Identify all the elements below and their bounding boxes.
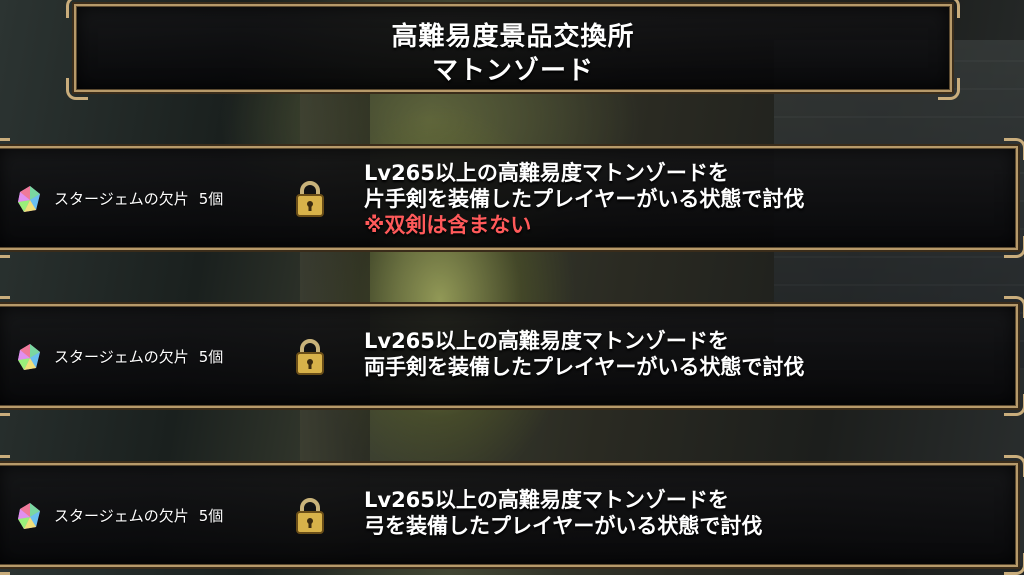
frame-corner-ornament [0, 455, 10, 477]
condition-text: Lv265以上の高難易度マトンゾードを [364, 329, 729, 353]
reward-count: 5個 [198, 348, 224, 366]
title-banner: 高難易度景品交換所 マトンゾード [66, 0, 960, 100]
star-gem-fragment-icon [18, 186, 40, 212]
frame-corner-ornament [1004, 236, 1024, 258]
condition-text: 両手剣を装備したプレイヤーがいる状態で討伐 [364, 355, 805, 379]
reward-row[interactable]: スタージェムの欠片 5個 Lv265以上の高難易度マトンゾードを 片手剣を装備した… [0, 138, 1024, 258]
reward-label: スタージェムの欠片 5個 [54, 188, 223, 209]
frame-corner-ornament [1004, 138, 1024, 160]
frame-corner-ornament [0, 138, 10, 160]
reward-label: スタージェムの欠片 5個 [54, 505, 223, 526]
condition-text: Lv265以上の高難易度マトンゾードを [364, 161, 729, 185]
frame-corner-ornament [0, 394, 10, 416]
frame-corner-ornament [0, 553, 10, 575]
frame-corner-ornament [0, 236, 10, 258]
star-gem-fragment-icon [18, 344, 40, 370]
frame-corner-ornament [1004, 455, 1024, 477]
reward-count: 5個 [198, 190, 224, 208]
frame-corner-ornament [1004, 553, 1024, 575]
padlock-icon [296, 498, 324, 534]
reward-row[interactable]: スタージェムの欠片 5個 Lv265以上の高難易度マトンゾードを 弓を装備したプレ… [0, 455, 1024, 575]
star-gem-fragment-icon [18, 503, 40, 529]
reward-count: 5個 [198, 507, 224, 525]
condition-text: 片手剣を装備したプレイヤーがいる状態で討伐 [364, 187, 805, 211]
condition-text: Lv265以上の高難易度マトンゾードを [364, 488, 729, 512]
condition-note: ※双剣は含まない [364, 213, 532, 237]
page-subtitle: マトンゾード [431, 56, 594, 86]
reward-name: スタージェムの欠片 [54, 507, 189, 525]
frame-corner-ornament [1004, 394, 1024, 416]
reward-name: スタージェムの欠片 [54, 348, 189, 366]
frame-corner-ornament [0, 296, 10, 318]
page-title: 高難易度景品交換所 [391, 22, 635, 52]
reward-name: スタージェムの欠片 [54, 190, 189, 208]
condition-text: 弓を装備したプレイヤーがいる状態で討伐 [364, 514, 763, 538]
padlock-icon [296, 181, 324, 217]
reward-label: スタージェムの欠片 5個 [54, 346, 223, 367]
frame-corner-ornament [1004, 296, 1024, 318]
padlock-icon [296, 339, 324, 375]
reward-row[interactable]: スタージェムの欠片 5個 Lv265以上の高難易度マトンゾードを 両手剣を装備した… [0, 296, 1024, 416]
